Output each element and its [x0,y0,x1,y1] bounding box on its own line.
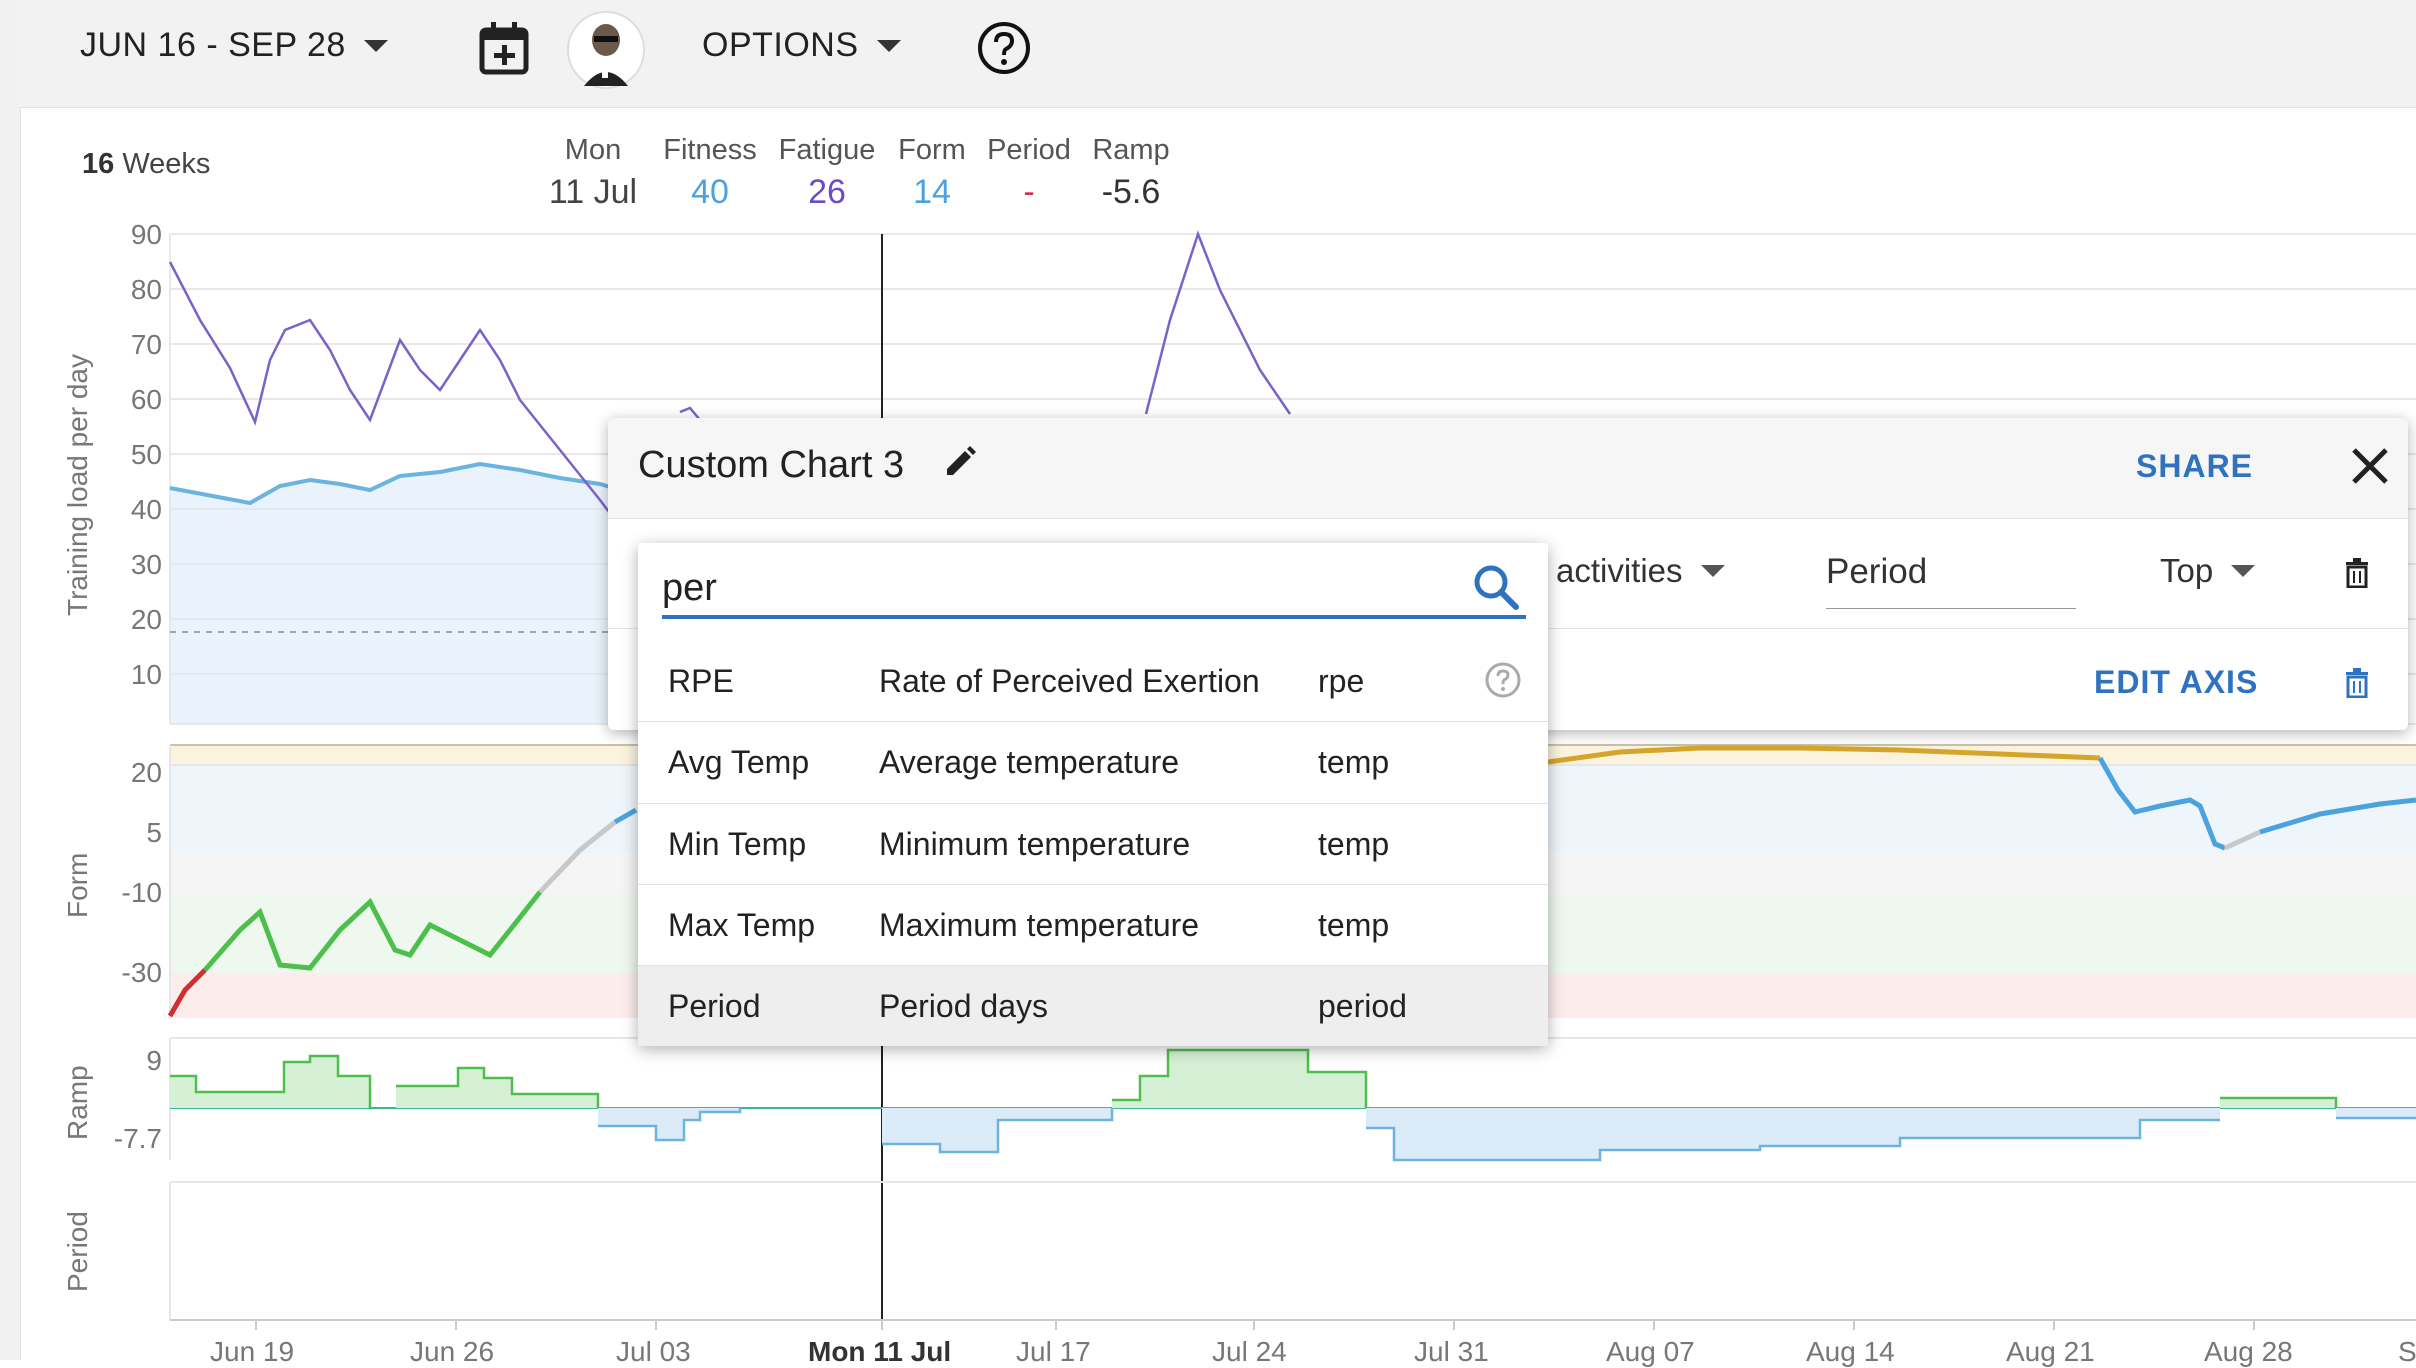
load-tick: 70 [131,329,162,360]
result-name: Period [668,988,761,1024]
x-tick: Jul 31 [1414,1336,1489,1367]
position-label: Top [2160,552,2214,589]
x-tick: Jun 26 [410,1336,495,1367]
close-icon[interactable] [2346,442,2394,490]
panel-header: Custom Chart 3 SHARE [608,418,2408,519]
edit-axis-button[interactable]: EDIT AXIS [2094,664,2258,701]
ramp-ticks: 9 -7.7 [114,1045,162,1154]
x-tick: Jul 24 [1212,1336,1287,1367]
search-result-item[interactable]: RPE Rate of Perceived Exertion rpe [638,641,1548,721]
search-result-item[interactable]: Avg Temp Average temperature temp [638,721,1548,802]
ramp-tick: -7.7 [114,1123,162,1154]
x-tick: Jul 17 [1016,1336,1091,1367]
x-tick: Jul 03 [616,1336,691,1367]
x-tick: Aug 07 [1606,1336,1695,1367]
x-tick: Aug 14 [1806,1336,1895,1367]
form-tick: 20 [131,757,162,788]
x-tick: Aug 21 [2006,1336,2095,1367]
result-description: Average temperature [879,744,1180,780]
search-icon[interactable] [1470,561,1522,613]
result-description: Period days [879,988,1048,1024]
ramp-tick: 9 [146,1045,162,1076]
x-tick-current: Mon 11 Jul [808,1336,952,1367]
help-circle-icon[interactable] [1484,661,1522,699]
form-tick: -10 [122,877,162,908]
field-input[interactable]: Period [1826,552,2076,609]
load-ticks: 90 80 70 60 50 40 30 20 10 [131,219,162,690]
activities-selector[interactable]: activities [1556,552,1725,590]
result-name: Avg Temp [668,744,810,780]
field-search-dropdown: RPE Rate of Perceived Exertion rpe Avg T… [638,543,1548,1046]
trash-icon[interactable] [2344,558,2370,588]
x-tick-marks [255,1320,2255,1330]
load-tick: 40 [131,494,162,525]
trash-icon[interactable] [2344,668,2370,698]
position-selector[interactable]: Top [2160,552,2256,590]
load-tick: 50 [131,439,162,470]
search-result-item-selected[interactable]: Period Period days period [638,965,1548,1046]
load-tick: 90 [131,219,162,250]
load-tick: 30 [131,549,162,580]
result-name: Min Temp [668,826,807,862]
load-tick: 60 [131,384,162,415]
result-code: rpe [1318,663,1365,699]
x-tick: Jun 19 [210,1336,295,1367]
x-tick: S [2398,1336,2416,1367]
result-code: temp [1318,907,1390,943]
form-tick: 5 [146,817,162,848]
form-ticks: 20 5 -10 -30 [122,757,162,988]
form-tick: -30 [122,957,162,988]
result-description: Minimum temperature [879,826,1191,862]
fatigue-line-segment [1144,230,1292,415]
search-result-item[interactable]: Min Temp Minimum temperature temp [638,803,1548,884]
x-tick: Aug 28 [2204,1336,2293,1367]
pencil-icon[interactable] [943,445,977,479]
result-description: Maximum temperature [879,907,1200,943]
custom-chart-title-text: Custom Chart 3 [638,444,905,486]
load-tick: 80 [131,274,162,305]
load-tick: 10 [131,659,162,690]
result-code: period [1318,988,1407,1024]
share-button[interactable]: SHARE [2136,448,2253,485]
chevron-down-icon [1700,565,1725,577]
search-input[interactable] [662,565,1442,611]
result-code: temp [1318,744,1390,780]
chevron-down-icon [2231,565,2256,577]
result-description: Rate of Perceived Exertion [879,663,1260,699]
fitness-area [170,464,620,724]
load-tick: 20 [131,604,162,635]
result-name: RPE [668,663,734,699]
result-code: temp [1318,826,1390,862]
search-field [662,565,1526,619]
search-result-item[interactable]: Max Temp Maximum temperature temp [638,884,1548,965]
custom-chart-title[interactable]: Custom Chart 3 [638,444,977,487]
result-name: Max Temp [668,907,816,943]
activities-label: activities [1556,552,1683,589]
ramp-negative-area [598,1108,2416,1160]
